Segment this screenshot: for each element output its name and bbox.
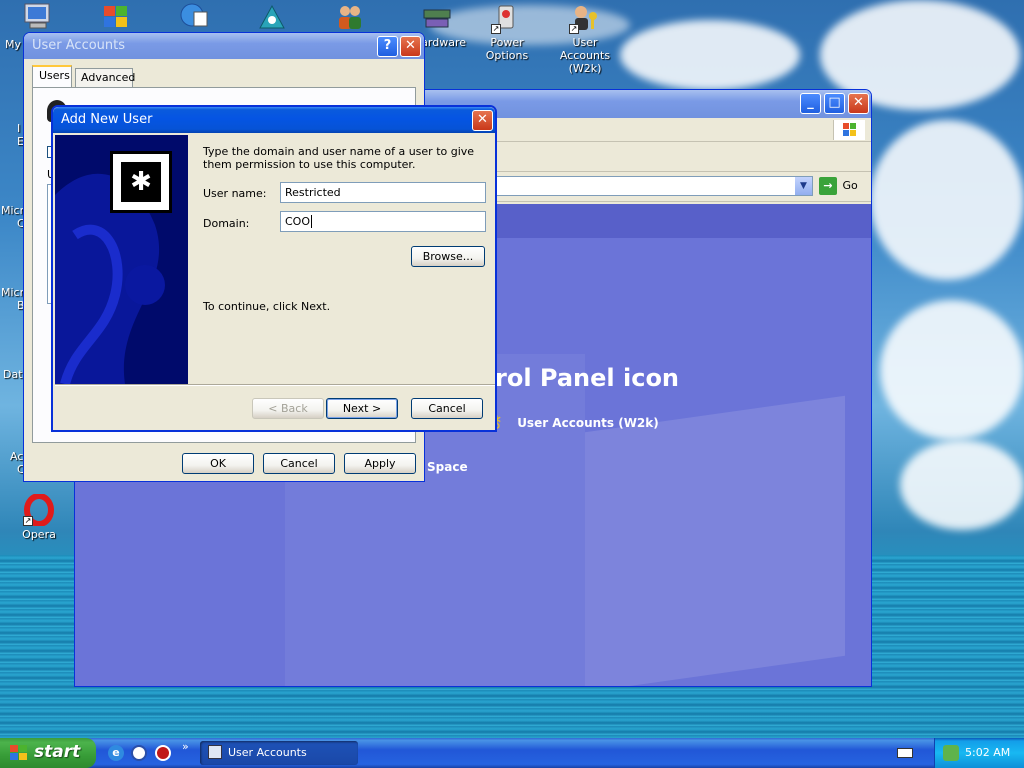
add-new-user-dialog[interactable]: Add New User ✕ ✱ Type the domain and use… (51, 105, 497, 432)
continue-text: To continue, click Next. (203, 300, 331, 313)
user-accounts-w2k-link[interactable]: ⚷ User Accounts (W2k) (491, 412, 659, 431)
desktop-icon-opera[interactable]: ↗ Opera (0, 493, 78, 541)
add-new-user-titlebar[interactable]: Add New User ✕ (53, 107, 495, 133)
apply-button[interactable]: Apply (344, 453, 416, 474)
users-icon[interactable] (334, 2, 366, 32)
tab-users-label: Users (39, 69, 70, 82)
windows-flag-icon (10, 745, 28, 761)
desktop-label-my: My (5, 38, 22, 51)
quicklaunch-record-icon[interactable] (155, 745, 171, 761)
clock[interactable]: 5:02 AM (965, 746, 1010, 759)
ok-button[interactable]: OK (182, 453, 254, 474)
go-arrow-icon: → (819, 177, 837, 195)
username-label: User name: (203, 187, 267, 200)
shortcut-arrow-icon: ↗ (23, 516, 33, 526)
tab-advanced-label: Advanced (81, 71, 136, 84)
desktop-icon-power-options[interactable]: ↗ Power Options (468, 2, 546, 62)
shortcut-arrow-icon: ↗ (491, 24, 501, 34)
wizard-instructions: Type the domain and user name of a user … (203, 145, 475, 171)
wizard-banner: ✱ (55, 135, 188, 384)
help-button[interactable]: ? (377, 36, 398, 57)
close-button[interactable]: ✕ (400, 36, 421, 57)
user-accounts-w2k-link-label: User Accounts (W2k) (517, 416, 659, 430)
network-icon[interactable] (178, 2, 210, 32)
cancel-button[interactable]: Cancel (411, 398, 483, 419)
button-divider (55, 384, 495, 386)
user-accounts-titlebar[interactable]: User Accounts ? ✕ (24, 33, 424, 59)
domain-input[interactable]: COO (280, 211, 486, 232)
windows-update-icon[interactable] (100, 2, 132, 32)
text-cursor (311, 215, 312, 228)
maximize-button[interactable]: □ (824, 93, 845, 114)
cancel-button[interactable]: Cancel (263, 453, 335, 474)
go-button[interactable]: → Go (819, 177, 865, 197)
taskbar-item-user-accounts[interactable]: User Accounts (200, 741, 358, 765)
domain-label: Domain: (203, 217, 250, 230)
next-button[interactable]: Next > (326, 398, 398, 419)
settings-icon[interactable] (256, 2, 288, 32)
user-accounts-task-icon (208, 745, 222, 759)
space-link[interactable]: Space (427, 460, 468, 474)
user-accounts-title: User Accounts (32, 38, 126, 53)
taskbar-item-label: User Accounts (228, 746, 307, 759)
desktop-icon-opera-label: Opera (22, 528, 56, 541)
username-input[interactable]: Restricted (280, 182, 486, 203)
tab-advanced[interactable]: Advanced (75, 68, 136, 87)
quicklaunch-ie-icon[interactable]: e (108, 745, 124, 761)
network-tray-icon[interactable] (943, 745, 959, 761)
address-dropdown-button[interactable]: ▼ (795, 177, 812, 195)
quicklaunch-media-icon[interactable] (131, 745, 147, 761)
hardware-icon (423, 9, 451, 28)
wizard-key-icon: ✱ (110, 151, 172, 213)
back-button[interactable]: < Back (252, 398, 324, 419)
desktop-icon-power-options-label: Power Options (485, 36, 529, 62)
minimize-button[interactable]: _ (800, 93, 821, 114)
desktop-icon-user-accounts-w2k-label: User Accounts (W2k) (559, 36, 611, 75)
add-new-user-title: Add New User (61, 112, 153, 127)
shortcut-arrow-icon: ↗ (569, 24, 579, 34)
tab-users[interactable]: Users (32, 65, 72, 87)
windows-logo-icon (833, 120, 865, 140)
domain-input-value: COO (285, 215, 310, 228)
start-label: start (34, 742, 81, 762)
watermark-checkmark (585, 395, 845, 686)
desktop-label-i: I (17, 122, 21, 135)
desktop-icon-user-accounts-w2k[interactable]: ↗ User Accounts (W2k) (546, 2, 624, 75)
taskbar: start e » User Accounts 5:02 AM (0, 738, 1024, 768)
desktop-label-ac: Ac (10, 450, 24, 463)
close-button[interactable]: ✕ (848, 93, 869, 114)
quicklaunch-more-button[interactable]: » (182, 740, 189, 753)
system-tray: 5:02 AM (934, 738, 1024, 768)
content-heading: rol Panel icon (495, 364, 680, 392)
keyboard-icon[interactable] (897, 748, 913, 758)
go-label: Go (842, 179, 858, 192)
start-button[interactable]: start (0, 738, 96, 768)
browse-button[interactable]: Browse... (411, 246, 485, 267)
close-button[interactable]: ✕ (472, 110, 493, 131)
my-computer-icon[interactable] (22, 2, 54, 32)
